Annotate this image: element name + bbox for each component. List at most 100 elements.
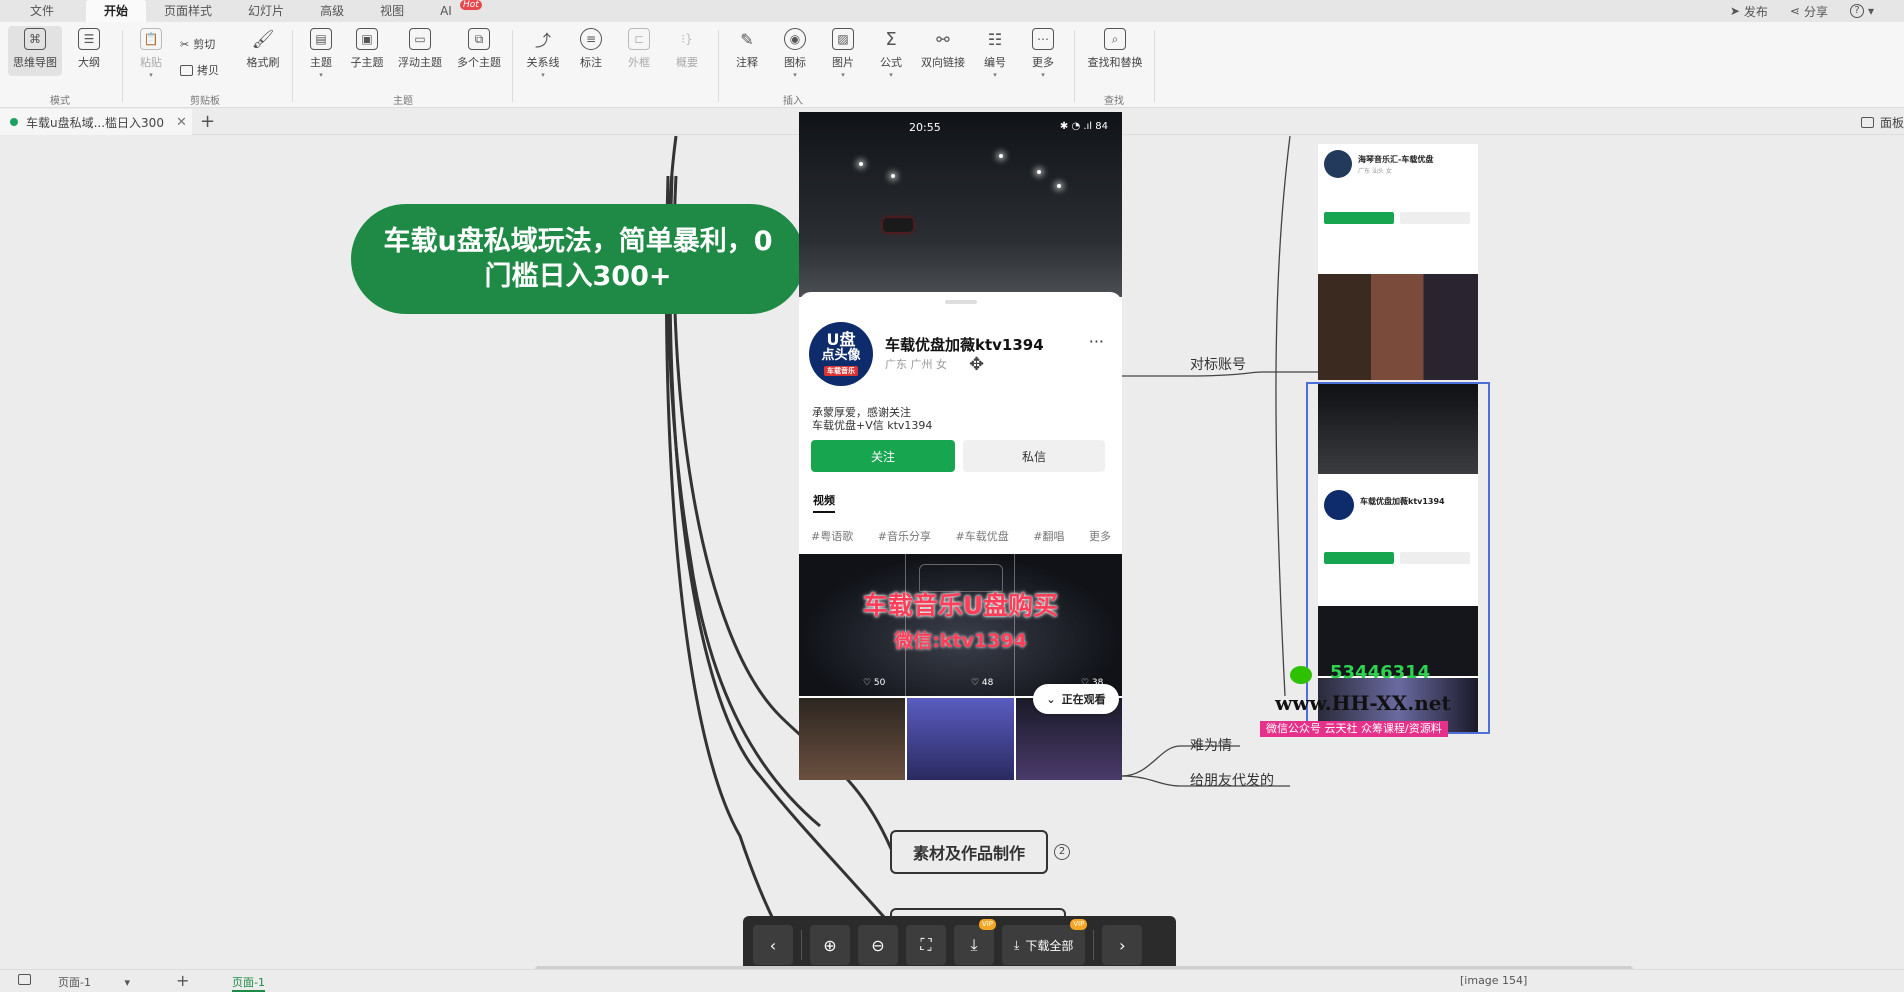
tag-item[interactable]: #粤语歌 <box>811 528 853 544</box>
mindmap-mode-button[interactable]: ⌘ 思维导图 <box>8 26 62 76</box>
tag-item[interactable]: #音乐分享 <box>878 528 931 544</box>
icon-button[interactable]: ◉ 图标 ▾ <box>772 28 818 79</box>
subtopic-button[interactable]: ▣ 子主题 <box>344 28 390 70</box>
group-label-insert: 插入 <box>783 96 803 107</box>
image-button[interactable]: ▨ 图片 ▾ <box>820 28 866 79</box>
avatar-line-1: U盘 <box>826 330 856 349</box>
prev-button[interactable]: ‹ <box>753 925 793 965</box>
tag-item[interactable]: #车载优盘 <box>956 528 1009 544</box>
page-tab[interactable]: 页面-1 <box>232 974 265 992</box>
format-painter-button[interactable]: 🖌 格式刷 <box>238 28 288 70</box>
watching-pill[interactable]: ⌄ 正在观看 <box>1033 684 1119 714</box>
zoom-in-button[interactable]: ⊕ <box>810 925 850 965</box>
outline-mode-button[interactable]: ☰ 大纲 <box>66 28 112 70</box>
menu-start[interactable]: 开始 <box>86 0 147 22</box>
copy-button[interactable]: 拷贝 <box>180 62 219 78</box>
avatar-line-3: 车载音乐 <box>824 366 858 376</box>
toolbar-separator <box>801 930 802 960</box>
brush-icon: 🖌 <box>251 28 275 50</box>
find-replace-button[interactable]: ⌕ 查找和替换 <box>1082 28 1148 70</box>
tag-more[interactable]: 更多 <box>1089 528 1111 544</box>
tab-videos[interactable]: 视频 <box>813 492 835 513</box>
bilink-button[interactable]: ⚯ 双向链接 <box>916 28 970 70</box>
label-button[interactable]: ≡ 标注 <box>568 28 614 70</box>
relation-line-button[interactable]: ⤴ 关系线 ▾ <box>520 28 566 79</box>
connector-right-vertical <box>1275 136 1291 697</box>
branch-material-production[interactable]: 素材及作品制作 <box>890 830 1048 874</box>
relation-icon: ⤴ <box>534 31 551 50</box>
banner-subtitle: 微信:ktv1394 <box>894 630 1027 652</box>
note-label: 注释 <box>736 56 758 69</box>
street-light <box>1057 184 1061 188</box>
reference-screenshot-1[interactable]: 海琴音乐汇-车载优盘 广东 汕头 女 <box>1318 144 1478 380</box>
summary-button[interactable]: ⁝} 概要 <box>664 28 710 70</box>
menu-file[interactable]: 文件 <box>0 0 86 22</box>
status-time: 20:55 <box>909 121 941 134</box>
document-tab-title: 车载u盘私域...槛日入300 <box>26 115 164 130</box>
next-button[interactable]: › <box>1102 925 1143 965</box>
chevron-down-icon: ▾ <box>1041 71 1045 79</box>
sidebar-toggle-icon[interactable] <box>18 974 31 985</box>
menu-view[interactable]: 视图 <box>362 0 422 22</box>
panel-toggle-button[interactable]: 面板 <box>1860 114 1904 131</box>
sheet-handle[interactable] <box>945 300 977 304</box>
video-thumbnail[interactable] <box>799 698 906 780</box>
message-button[interactable]: 私信 <box>963 440 1105 472</box>
branch-post-for-friends[interactable]: 给朋友代发的 <box>1190 770 1274 790</box>
more-icon[interactable]: ··· <box>1089 332 1104 351</box>
fit-screen-button[interactable]: ⛶ <box>906 925 946 965</box>
topic-button[interactable]: ▤ 主题 ▾ <box>298 28 344 79</box>
avatar-line-2: 点头像 <box>821 348 861 363</box>
publish-button[interactable]: ➤ 发布 <box>1730 3 1768 20</box>
branch-target-accounts[interactable]: 对标账号 <box>1190 354 1246 374</box>
vip-badge: VIP <box>1070 919 1088 930</box>
note-button[interactable]: ✎ 注释 <box>724 28 770 70</box>
collapsed-children-count[interactable]: 2 <box>1054 844 1070 860</box>
menu-advanced[interactable]: 高级 <box>302 0 362 22</box>
add-tab-button[interactable]: + <box>200 111 215 132</box>
follow-button[interactable]: 关注 <box>811 440 955 472</box>
video-thumbnail-banner[interactable]: 车载音乐U盘购买 微信:ktv1394 ♡ 50 ♡ 48 ♡ 38 <box>799 554 1122 696</box>
menu-slides[interactable]: 幻灯片 <box>230 0 302 22</box>
street-light <box>859 162 863 166</box>
more-button[interactable]: ⋯ 更多 ▾ <box>1020 28 1066 79</box>
zoom-out-button[interactable]: ⊖ <box>858 925 898 965</box>
formula-button[interactable]: Σ 公式 ▾ <box>868 28 914 80</box>
floating-topic-button[interactable]: ▭ 浮动主题 <box>394 28 446 70</box>
watermark-number: 53446314 <box>1330 662 1431 683</box>
page-selector[interactable]: 页面-1 ▾ <box>58 974 130 990</box>
paste-button[interactable]: 📋 粘贴 ▾ <box>128 28 174 79</box>
download-all-button[interactable]: ⤓ 下载全部 VIP <box>1002 919 1088 965</box>
multi-topic-button[interactable]: ⧉ 多个主题 <box>452 28 506 70</box>
video-thumbnail[interactable] <box>907 698 1014 780</box>
help-button[interactable]: ? ▾ <box>1849 4 1874 18</box>
pen-icon: ✎ <box>740 29 754 49</box>
more-icon: ⋯ <box>1032 28 1054 50</box>
chevron-down-icon: ▾ <box>793 71 797 79</box>
image-preview[interactable]: 20:55 ✱ ◔ .ıl 84 U盘 点头像 车载音乐 车载优盘加薇ktv13… <box>799 112 1122 780</box>
outer-frame-button[interactable]: ⊏ 外框 <box>616 28 662 70</box>
car-silhouette <box>883 218 913 232</box>
banner-title: 车载音乐U盘购买 <box>862 591 1059 620</box>
mindmap-label: 思维导图 <box>13 56 57 69</box>
add-page-button[interactable]: + <box>176 971 189 990</box>
branch-embarrassed[interactable]: 难为情 <box>1190 735 1232 755</box>
cut-button[interactable]: ✂ 剪切 <box>180 36 215 52</box>
download-all-label: 下载全部 <box>1025 938 1074 953</box>
menu-ai[interactable]: AI Hot <box>422 0 482 22</box>
share-button[interactable]: ⋖ 分享 <box>1790 3 1828 20</box>
menu-page-style[interactable]: 页面样式 <box>146 0 230 22</box>
tag-item[interactable]: #翻唱 <box>1033 528 1064 544</box>
avatar[interactable]: U盘 点头像 车载音乐 <box>809 322 873 386</box>
search-icon: ⌕ <box>1104 28 1126 50</box>
close-icon[interactable]: ✕ <box>176 115 187 130</box>
document-tab[interactable]: 车载u盘私域...槛日入300 ✕ <box>0 109 192 135</box>
frame-icon: ⊏ <box>628 28 650 50</box>
group-label-mode: 模式 <box>50 96 70 107</box>
numbering-label: 编号 <box>984 56 1006 69</box>
watermark-site: www.HH-XX.net <box>1275 691 1451 715</box>
paste-label: 粘贴 <box>140 56 162 69</box>
central-topic[interactable]: 车载u盘私域玩法，简单暴利，0门槛日入300+ <box>351 204 805 314</box>
download-button[interactable]: ⤓ VIP <box>954 919 996 965</box>
numbering-button[interactable]: ☷ 编号 ▾ <box>972 28 1018 80</box>
